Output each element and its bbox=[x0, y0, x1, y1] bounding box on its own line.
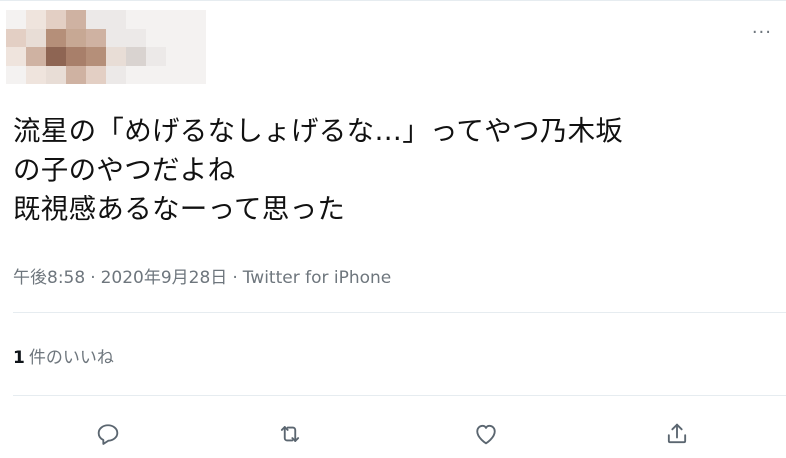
tweet-action-bar bbox=[0, 414, 786, 454]
blur-tile bbox=[86, 10, 106, 29]
blur-tile bbox=[146, 65, 166, 84]
tweet-source-link[interactable]: Twitter for iPhone bbox=[243, 268, 392, 288]
blur-tile bbox=[166, 47, 186, 66]
blur-tile bbox=[146, 10, 166, 29]
blur-tile bbox=[66, 10, 86, 29]
blur-tile bbox=[126, 28, 146, 47]
more-options-button[interactable]: ··· bbox=[752, 22, 772, 43]
blur-tile bbox=[6, 65, 26, 84]
tweet-text: 流星の「めげるなしょげるな…」ってやつ乃木坂 の子のやつだよね 既視感あるなーっ… bbox=[13, 115, 624, 225]
blur-tile bbox=[126, 10, 146, 29]
reply-button[interactable] bbox=[88, 414, 128, 454]
blur-tile bbox=[126, 47, 146, 66]
blur-tile bbox=[26, 47, 46, 66]
blur-tile bbox=[186, 47, 206, 66]
blur-tile bbox=[46, 47, 66, 66]
blur-tile bbox=[46, 10, 66, 29]
blur-tile bbox=[106, 28, 126, 47]
blur-tile bbox=[186, 10, 206, 29]
share-button[interactable] bbox=[657, 414, 697, 454]
like-button[interactable] bbox=[466, 414, 506, 454]
blur-tile bbox=[26, 65, 46, 84]
blur-tile bbox=[146, 28, 166, 47]
blur-tile bbox=[46, 28, 66, 47]
blur-tile bbox=[66, 65, 86, 84]
blur-tile bbox=[106, 65, 126, 84]
blur-tile bbox=[186, 65, 206, 84]
blur-tile bbox=[106, 10, 126, 29]
blur-tile bbox=[86, 65, 106, 84]
tweet-metadata: 午後8:58 · 2020年9月28日 · Twitter for iPhone bbox=[13, 263, 391, 288]
blur-tile bbox=[186, 28, 206, 47]
heart-icon bbox=[476, 424, 496, 445]
blur-tile bbox=[106, 47, 126, 66]
retweet-button[interactable] bbox=[270, 414, 310, 454]
blur-tile bbox=[126, 65, 146, 84]
blur-tile bbox=[6, 47, 26, 66]
blur-tile bbox=[146, 47, 166, 66]
likes-label: 件のいいね bbox=[28, 348, 114, 368]
retweet-icon bbox=[280, 426, 300, 442]
blur-tile bbox=[86, 28, 106, 47]
reply-icon bbox=[97, 424, 119, 445]
share-icon bbox=[667, 423, 687, 444]
tweet-time[interactable]: 午後8:58 bbox=[13, 268, 85, 288]
blur-tile bbox=[66, 28, 86, 47]
separator: · bbox=[90, 268, 96, 288]
separator: · bbox=[232, 268, 238, 288]
blur-tile bbox=[166, 65, 186, 84]
blur-tile bbox=[66, 47, 86, 66]
top-border bbox=[0, 0, 786, 1]
blur-tile bbox=[46, 65, 66, 84]
blur-tile bbox=[166, 28, 186, 47]
likes-stat[interactable]: 1 件のいいね bbox=[13, 343, 114, 368]
blur-tile bbox=[26, 10, 46, 29]
blur-tile bbox=[86, 47, 106, 66]
tweet-date[interactable]: 2020年9月28日 bbox=[101, 268, 228, 288]
blur-tile bbox=[6, 28, 26, 47]
blur-tile bbox=[26, 28, 46, 47]
divider bbox=[13, 395, 786, 396]
blurred-user-info[interactable] bbox=[6, 10, 206, 84]
likes-count: 1 bbox=[13, 348, 25, 368]
blur-tile bbox=[166, 10, 186, 29]
divider bbox=[13, 312, 786, 313]
blur-tile bbox=[6, 10, 26, 29]
